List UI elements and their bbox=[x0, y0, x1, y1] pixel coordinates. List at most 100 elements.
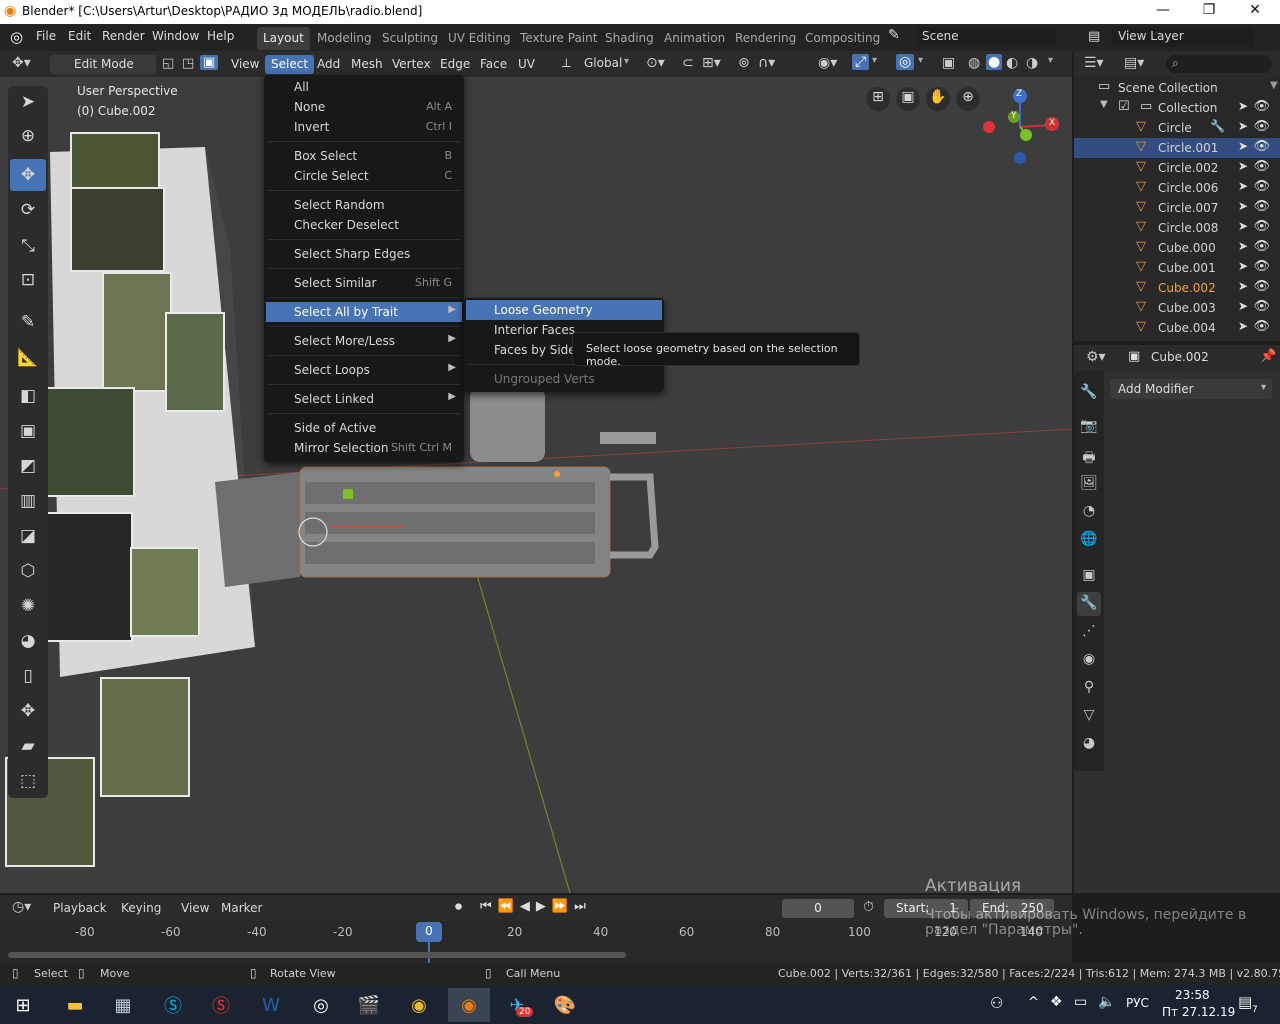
chrome-icon[interactable]: ◉ bbox=[402, 988, 436, 1022]
falloff-icon[interactable]: ∩▾ bbox=[758, 55, 775, 71]
eye-icon[interactable]: 👁 bbox=[1253, 199, 1270, 214]
eye-icon[interactable]: 👁 bbox=[1253, 159, 1270, 174]
current-frame-input[interactable]: 0 bbox=[782, 899, 854, 918]
dropbox-icon[interactable]: ❖ bbox=[1050, 994, 1063, 1010]
calculator-icon[interactable]: ▦ bbox=[106, 988, 140, 1022]
outliner-row-cube-004[interactable]: ▽ Cube.004 ➤ 👁 bbox=[1074, 318, 1280, 338]
data-tab-icon[interactable]: ▽ bbox=[1077, 704, 1101, 728]
timeline-scrollbar[interactable] bbox=[8, 952, 626, 958]
outliner-editor-type-icon[interactable]: ☰▾ bbox=[1084, 55, 1104, 71]
menu-file[interactable]: File bbox=[36, 29, 56, 43]
editor-type-icon[interactable]: ✥▾ bbox=[12, 55, 31, 71]
physics-tab-icon[interactable]: ◉ bbox=[1077, 648, 1101, 672]
rip-tool-icon[interactable]: ⬚ bbox=[10, 765, 46, 797]
menu-item-circle-select[interactable]: Circle Select C bbox=[266, 166, 462, 186]
menu-render[interactable]: Render bbox=[102, 29, 145, 43]
annotate-tool-icon[interactable]: ✎ bbox=[10, 306, 46, 338]
eye-icon[interactable]: 👁 bbox=[1253, 319, 1270, 334]
eye-icon[interactable]: 👁 bbox=[1253, 119, 1270, 134]
selectable-icon[interactable]: ➤ bbox=[1238, 179, 1248, 193]
eye-icon[interactable]: 👁 bbox=[1253, 299, 1270, 314]
menu-item-invert[interactable]: Invert Ctrl I bbox=[266, 117, 462, 137]
menu-item-box-select[interactable]: Box Select B bbox=[266, 146, 462, 166]
menu-view[interactable]: View bbox=[225, 55, 265, 74]
shrink-fatten-tool-icon[interactable]: ✥ bbox=[10, 695, 46, 727]
tab-rendering[interactable]: Rendering bbox=[729, 27, 802, 50]
tray-chevron-icon[interactable]: ^ bbox=[1028, 995, 1039, 1010]
notifications-icon[interactable]: ▤ bbox=[1238, 993, 1252, 1011]
eye-icon[interactable]: 👁 bbox=[1253, 259, 1270, 274]
cursor-tool-icon[interactable]: ⊕ bbox=[10, 120, 46, 152]
transform-tool-icon[interactable]: ⊡ bbox=[10, 264, 46, 296]
windows-start-icon[interactable]: ⊞ bbox=[6, 988, 40, 1022]
rendered-shading-icon[interactable]: ◑ bbox=[1026, 55, 1038, 71]
camera-view-icon[interactable]: ▣ bbox=[896, 87, 920, 111]
inset-tool-icon[interactable]: ▣ bbox=[10, 415, 46, 447]
move-tool-icon[interactable]: ✥ bbox=[10, 159, 46, 191]
eye-icon[interactable]: 👁 bbox=[1253, 279, 1270, 294]
tab-shading[interactable]: Shading bbox=[599, 27, 660, 50]
menu-edit[interactable]: Edit bbox=[68, 29, 91, 43]
language-indicator[interactable]: РУС bbox=[1126, 996, 1149, 1010]
menu-item-select-all-by-trait[interactable]: Select All by Trait ▶ bbox=[266, 302, 462, 322]
object-tab-icon[interactable]: ▣ bbox=[1077, 564, 1101, 588]
modifier-tab-icon[interactable]: 🔧 bbox=[1077, 592, 1101, 616]
vertex-select-mode-icon[interactable]: ◱ bbox=[162, 56, 174, 71]
menu-item-select-more-less[interactable]: Select More/Less ▶ bbox=[266, 331, 462, 351]
selectable-icon[interactable]: ➤ bbox=[1238, 279, 1248, 293]
menu-uv[interactable]: UV bbox=[512, 55, 541, 74]
network-icon[interactable]: ▭ bbox=[1074, 994, 1087, 1010]
menu-mesh[interactable]: Mesh bbox=[345, 55, 389, 74]
timeline-menu-keying[interactable]: Keying bbox=[121, 901, 161, 915]
timeline[interactable]: -80 -60 -40 -20 0 20 40 60 80 100 120 14… bbox=[0, 907, 1246, 963]
rotate-tool-icon[interactable]: ⟳ bbox=[10, 194, 46, 226]
bevel-tool-icon[interactable]: ◩ bbox=[10, 450, 46, 482]
navigation-gizmo[interactable]: Z X Y bbox=[980, 89, 1060, 164]
file-explorer-icon[interactable]: ▬ bbox=[58, 988, 92, 1022]
face-select-mode-icon[interactable]: ▣ bbox=[200, 55, 219, 70]
maximize-button[interactable]: ❐ bbox=[1186, 2, 1232, 18]
view-layer-tab-icon[interactable]: 🖼 bbox=[1077, 472, 1101, 496]
grid-view-icon[interactable]: ⊞ bbox=[866, 87, 890, 111]
checkbox-icon[interactable]: ☑ bbox=[1118, 99, 1130, 114]
submenu-item-ungrouped-verts[interactable]: Ungrouped Verts bbox=[466, 369, 662, 389]
eye-icon[interactable]: 👁 bbox=[1253, 179, 1270, 194]
menu-item-select-loops[interactable]: Select Loops ▶ bbox=[266, 360, 462, 380]
view-layer-selector[interactable]: View Layer bbox=[1112, 27, 1254, 47]
outliner-scene-collection[interactable]: ▭ Scene Collection bbox=[1074, 78, 1280, 98]
eye-icon[interactable]: 👁 bbox=[1253, 139, 1270, 154]
menu-help[interactable]: Help bbox=[207, 29, 234, 43]
menu-item-none[interactable]: None Alt A bbox=[266, 97, 462, 117]
menu-item-all[interactable]: All bbox=[266, 77, 462, 97]
snap-icon[interactable]: ⊂ bbox=[682, 55, 694, 71]
gizmo-icon[interactable]: ⤢ bbox=[852, 54, 870, 70]
submenu-item-loose-geometry[interactable]: Loose Geometry bbox=[466, 300, 662, 320]
shear-tool-icon[interactable]: ▰ bbox=[10, 730, 46, 762]
xray-icon[interactable]: ▣ bbox=[942, 55, 955, 71]
tweak-tool-icon[interactable]: ➤ bbox=[10, 86, 46, 118]
tab-texture-paint[interactable]: Texture Paint bbox=[514, 27, 603, 50]
edge-slide-tool-icon[interactable]: ▯ bbox=[10, 660, 46, 692]
clock-time[interactable]: 23:58 bbox=[1175, 988, 1210, 1002]
menu-edge[interactable]: Edge bbox=[434, 55, 476, 74]
menu-item-checker-deselect[interactable]: Checker Deselect bbox=[266, 215, 462, 235]
outliner-row-circle-006[interactable]: ▽ Circle.006 ➤ 👁 bbox=[1074, 178, 1280, 198]
poly-build-tool-icon[interactable]: ⬡ bbox=[10, 555, 46, 587]
loop-cut-tool-icon[interactable]: ▥ bbox=[10, 485, 46, 517]
outliner-row-circle-002[interactable]: ▽ Circle.002 ➤ 👁 bbox=[1074, 158, 1280, 178]
particles-tab-icon[interactable]: ⋰ bbox=[1077, 620, 1101, 644]
menu-vertex[interactable]: Vertex bbox=[386, 55, 437, 74]
app-s-icon[interactable]: Ⓢ bbox=[204, 988, 238, 1022]
menu-window[interactable]: Window bbox=[152, 29, 199, 43]
menu-item-select-random[interactable]: Select Random bbox=[266, 195, 462, 215]
world-tab-icon[interactable]: 🌐 bbox=[1077, 528, 1101, 552]
tab-sculpting[interactable]: Sculpting bbox=[376, 27, 444, 50]
eye-icon[interactable]: 👁 bbox=[1253, 219, 1270, 234]
outliner-search-input[interactable]: ⌕ bbox=[1166, 55, 1272, 73]
orientation-selector[interactable]: Global bbox=[584, 56, 622, 70]
stopwatch-icon[interactable]: ⏱ bbox=[863, 899, 874, 915]
gizmo-chevron-icon[interactable]: ▾ bbox=[872, 55, 877, 66]
wireframe-shading-icon[interactable]: ◍ bbox=[968, 55, 980, 71]
eye-icon[interactable]: 👁 bbox=[1253, 239, 1270, 254]
selectable-icon[interactable]: ➤ bbox=[1238, 119, 1248, 133]
